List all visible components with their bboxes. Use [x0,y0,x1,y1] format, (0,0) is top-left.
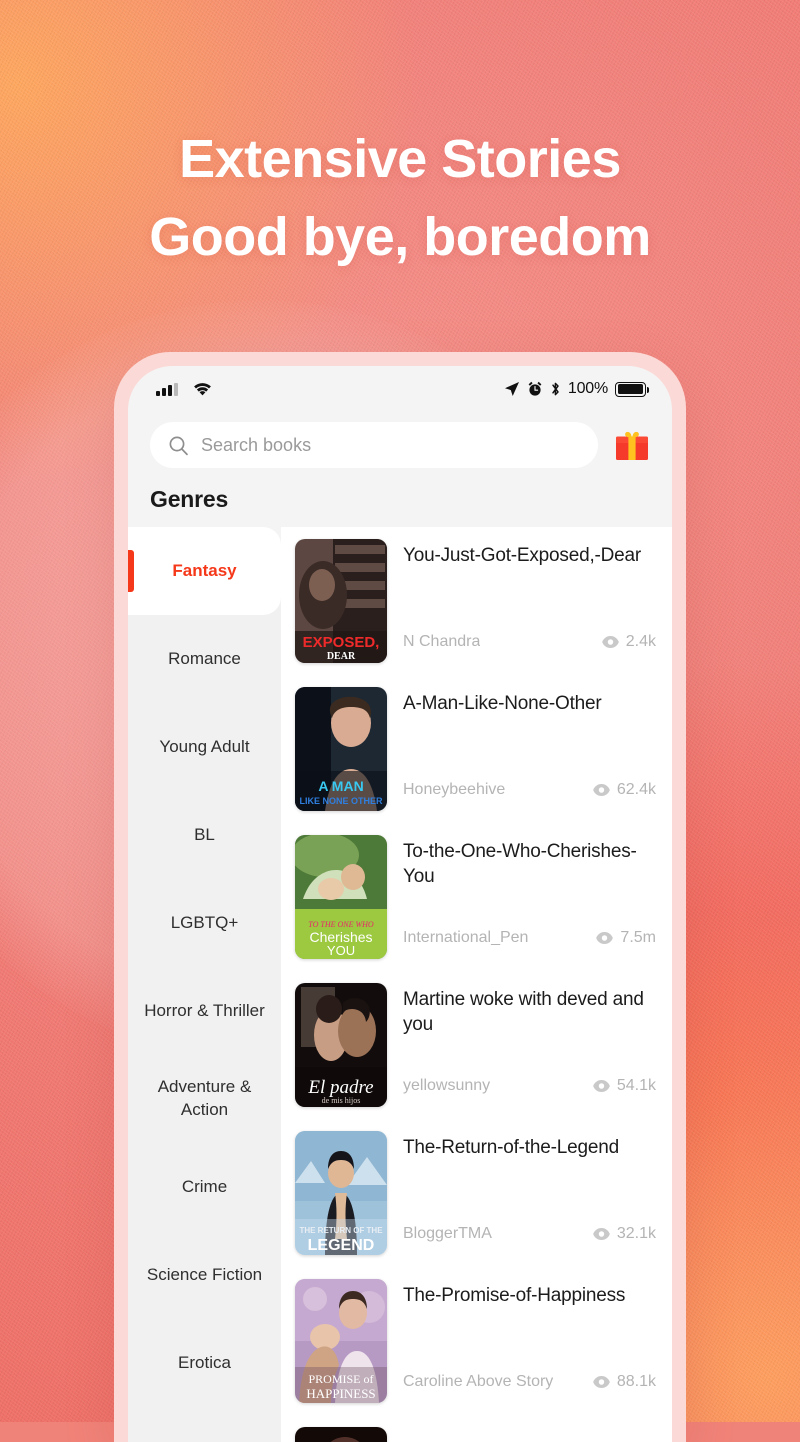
battery-full-icon [615,381,650,397]
alarm-clock-icon [528,381,542,396]
svg-text:TO THE ONE WHO: TO THE ONE WHO [308,920,374,929]
book-views-label: 88.1k [616,1373,656,1390]
sidebar-item-label: Fantasy [172,560,237,580]
sidebar-item-adventure-action[interactable]: Adventure & Action [128,1055,281,1143]
list-item[interactable]: PROMISE of HAPPINESS The-Promise-of-Happ… [281,1267,672,1415]
sidebar-item-young-adult[interactable]: Young Adult [128,703,281,791]
book-title: A-Man-Like-None-Other [403,693,602,714]
sidebar-item-fantasy[interactable]: Fantasy [128,527,281,615]
sidebar-item-label: BL [194,824,215,844]
bluetooth-icon [552,382,559,396]
book-cover [295,1427,387,1442]
book-author: N Chandra [403,633,481,650]
book-author: Honeybeehive [403,781,506,798]
eye-icon [593,1228,610,1240]
svg-text:PROMISE of: PROMISE of [308,1372,373,1386]
phone-mockup-frame: 100% Search books Genres Fantasy Romance… [114,352,686,1442]
svg-text:HAPPINESS: HAPPINESS [306,1386,375,1401]
book-views: 54.1k [593,1077,656,1095]
book-views: 32.1k [593,1225,656,1243]
sidebar-item-label: Horror & Thriller [144,1000,265,1020]
sidebar-item-lgbtq[interactable]: LGBTQ+ [128,879,281,967]
book-cover: TO THE ONE WHO Cherishes YOU [295,835,387,959]
eye-icon [593,1080,610,1092]
headline-line-2: Good bye, boredom [149,207,651,268]
list-item[interactable]: A MAN LIKE NONE OTHER A-Man-Like-None-Ot… [281,675,672,823]
book-cover: El padre de mis hijos [295,983,387,1107]
book-title: To-the-One-Who-Cherishes-You [403,841,637,888]
sidebar-item-label: Romance [168,648,241,668]
book-author: BloggerTMA [403,1225,492,1242]
genre-sidebar: Fantasy Romance Young Adult BL LGBTQ+ Ho… [128,527,281,1442]
book-title: Martine woke with deved and you [403,989,644,1036]
svg-text:LIKE NONE OTHER: LIKE NONE OTHER [299,796,383,806]
search-icon [169,436,188,455]
sidebar-item-erotica[interactable]: Erotica [128,1319,281,1407]
book-cover: EXPOSED, DEAR [295,539,387,663]
svg-text:YOU: YOU [327,943,355,958]
book-author: Caroline Above Story [403,1373,554,1390]
eye-icon [593,1376,610,1388]
phone-screen: 100% Search books Genres Fantasy Romance… [128,366,672,1442]
sidebar-item-romance[interactable]: Romance [128,615,281,703]
main-content: Fantasy Romance Young Adult BL LGBTQ+ Ho… [128,527,672,1442]
list-item[interactable]: EXPOSED, DEAR You-Just-Got-Exposed,-Dear… [281,527,672,675]
search-placeholder: Search books [201,434,312,455]
cellular-bars-icon [156,382,178,396]
book-views-label: 62.4k [616,781,656,798]
book-views-label: 7.5m [620,929,656,946]
book-views-label: 2.4k [625,633,656,650]
svg-text:A MAN: A MAN [318,778,363,794]
eye-icon [593,784,610,796]
location-arrow-icon [504,382,519,396]
list-item[interactable]: THE RETURN OF THE LEGEND The-Return-of-t… [281,1119,672,1267]
status-bar: 100% [128,366,672,412]
sidebar-item-label: Young Adult [159,736,250,756]
eye-icon [602,636,619,648]
book-views: 88.1k [593,1373,656,1391]
wifi-icon [193,383,211,396]
book-cover: PROMISE of HAPPINESS [295,1279,387,1403]
book-title: The-Return-of-the-Legend [403,1137,619,1158]
book-cover: THE RETURN OF THE LEGEND [295,1131,387,1255]
page-headline: Extensive Stories Good bye, boredom [0,120,800,277]
battery-percent-label: 100% [567,380,608,397]
book-title: The-Promise-of-Happiness [403,1285,626,1306]
sidebar-item-bl[interactable]: BL [128,791,281,879]
book-title: You-Just-Got-Exposed,-Dear [403,545,642,566]
book-views: 62.4k [593,781,656,799]
svg-text:El padre: El padre [307,1077,373,1098]
search-row: Search books [128,412,672,468]
book-author: yellowsunny [403,1077,491,1094]
book-author: International_Pen [403,929,529,946]
svg-text:LEGEND: LEGEND [308,1237,375,1254]
sidebar-item-crime[interactable]: Crime [128,1143,281,1231]
svg-text:de mis hijos: de mis hijos [322,1096,361,1105]
sidebar-item-label: Adventure & Action [157,1077,252,1119]
page-title: Genres [150,486,229,512]
sidebar-item-label: Erotica [178,1352,231,1372]
book-list[interactable]: EXPOSED, DEAR You-Just-Got-Exposed,-Dear… [281,527,672,1442]
list-item[interactable] [281,1415,672,1442]
book-views: 2.4k [602,633,656,651]
sidebar-item-label: Crime [181,1176,228,1196]
gift-box-icon[interactable] [614,428,650,462]
book-views: 7.5m [596,929,656,947]
svg-text:THE RETURN OF THE: THE RETURN OF THE [299,1226,383,1235]
headline-line-1: Extensive Stories [179,129,621,189]
sidebar-item-label: Science Fiction [146,1264,263,1284]
list-item[interactable]: TO THE ONE WHO Cherishes YOU To-the-One-… [281,823,672,971]
book-cover: A MAN LIKE NONE OTHER [295,687,387,811]
sidebar-item-horror-thriller[interactable]: Horror & Thriller [128,967,281,1055]
sidebar-item-science-fiction[interactable]: Science Fiction [128,1231,281,1319]
eye-icon [596,932,614,944]
list-item[interactable]: El padre de mis hijos Martine woke with … [281,971,672,1119]
svg-text:DEAR: DEAR [327,651,356,662]
svg-text:EXPOSED,: EXPOSED, [303,634,380,651]
sidebar-item-label: LGBTQ+ [170,912,239,932]
search-input[interactable]: Search books [150,422,598,468]
book-views-label: 32.1k [616,1225,656,1242]
book-views-label: 54.1k [616,1077,656,1094]
